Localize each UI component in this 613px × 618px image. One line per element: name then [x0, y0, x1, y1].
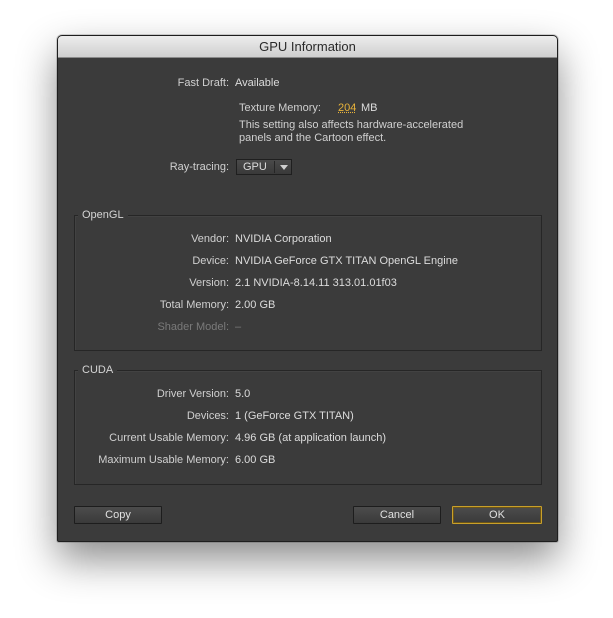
cuda-group-title: CUDA — [78, 363, 118, 377]
texture-memory-label: Texture Memory: — [239, 102, 321, 114]
texture-memory-unit: MB — [361, 102, 378, 114]
shader-model-label: Shader Model: — [157, 321, 229, 333]
vendor-value: NVIDIA Corporation — [235, 233, 332, 245]
opengl-row-total-memory: Total Memory: 2.00 GB — [58, 298, 557, 312]
title-bar[interactable]: GPU Information — [58, 36, 557, 58]
note-line-2: panels and the Cartoon effect. — [239, 132, 387, 144]
total-memory-label: Total Memory: — [159, 299, 229, 311]
texture-memory-value[interactable]: 204 — [338, 101, 356, 115]
driver-version-value: 5.0 — [235, 388, 251, 400]
cuda-row-maximum-usable-memory: Maximum Usable Memory: 6.00 GB — [58, 453, 557, 467]
device-label: Device: — [192, 255, 229, 267]
vendor-label: Vendor: — [191, 233, 229, 245]
cuda-row-driver-version: Driver Version: 5.0 — [58, 387, 557, 401]
ray-tracing-dropdown[interactable]: GPU — [236, 159, 292, 175]
note-line-1: This setting also affects hardware-accel… — [239, 119, 464, 131]
current-usable-memory-label: Current Usable Memory: — [109, 432, 229, 444]
opengl-row-version: Version: 2.1 NVIDIA-8.14.11 313.01.01f03 — [58, 276, 557, 290]
ray-tracing-label: Ray-tracing: — [169, 161, 229, 173]
cuda-row-devices: Devices: 1 (GeForce GTX TITAN) — [58, 409, 557, 423]
window-title: GPU Information — [259, 39, 356, 54]
total-memory-value: 2.00 GB — [235, 299, 276, 311]
texture-memory-note: This setting also affects hardware-accel… — [239, 119, 539, 145]
ray-tracing-row: Ray-tracing: — [58, 160, 557, 174]
opengl-row-vendor: Vendor: NVIDIA Corporation — [58, 232, 557, 246]
maximum-usable-memory-label: Maximum Usable Memory: — [98, 454, 229, 466]
ray-tracing-selected: GPU — [243, 161, 267, 173]
dialog-content: Fast Draft: Available Texture Memory: 20… — [58, 58, 557, 541]
dropdown-separator — [274, 161, 275, 173]
fast-draft-row: Fast Draft: Available — [58, 76, 557, 90]
copy-button[interactable]: Copy — [74, 506, 162, 524]
fast-draft-value: Available — [235, 77, 280, 89]
shader-model-value: – — [235, 321, 242, 333]
gpu-information-dialog: GPU Information Fast Draft: Available Te… — [57, 35, 558, 542]
devices-value: 1 (GeForce GTX TITAN) — [235, 410, 354, 422]
fast-draft-label: Fast Draft: — [177, 77, 229, 89]
cancel-button[interactable]: Cancel — [353, 506, 441, 524]
devices-label: Devices: — [186, 410, 229, 422]
ok-button[interactable]: OK — [452, 506, 542, 524]
opengl-row-shader-model: Shader Model: – — [58, 320, 557, 334]
device-value: NVIDIA GeForce GTX TITAN OpenGL Engine — [235, 255, 458, 267]
texture-memory-row: Texture Memory: 204 MB — [58, 101, 557, 115]
opengl-group-title: OpenGL — [78, 208, 128, 222]
opengl-row-device: Device: NVIDIA GeForce GTX TITAN OpenGL … — [58, 254, 557, 268]
version-value: 2.1 NVIDIA-8.14.11 313.01.01f03 — [235, 277, 397, 289]
current-usable-memory-value: 4.96 GB (at application launch) — [235, 432, 387, 444]
chevron-down-icon — [280, 165, 288, 170]
version-label: Version: — [189, 277, 229, 289]
driver-version-label: Driver Version: — [156, 388, 229, 400]
maximum-usable-memory-value: 6.00 GB — [235, 454, 276, 466]
cuda-row-current-usable-memory: Current Usable Memory: 4.96 GB (at appli… — [58, 431, 557, 445]
